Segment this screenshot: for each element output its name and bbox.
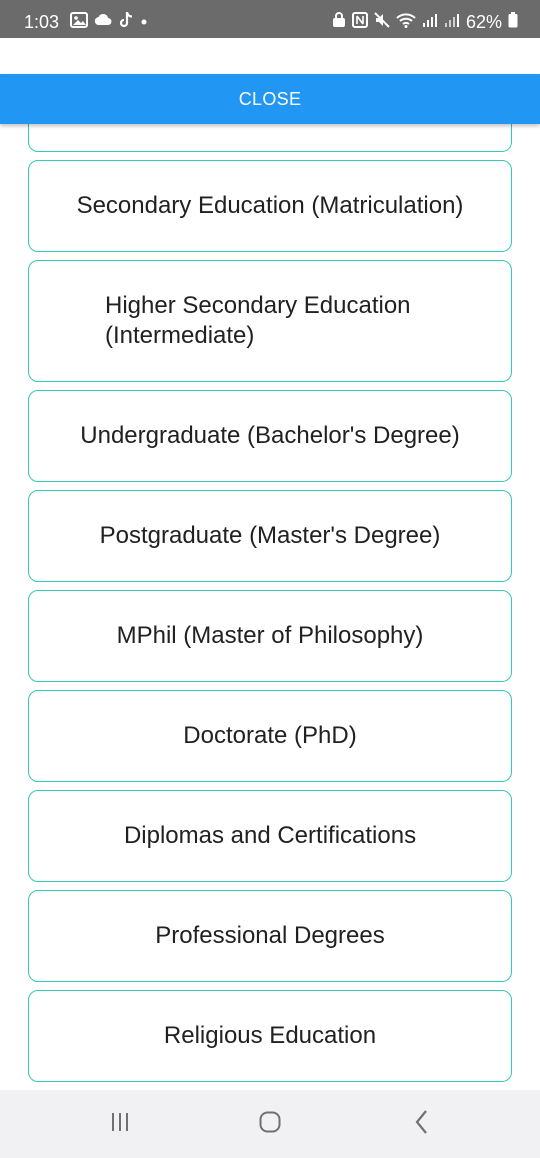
option-item[interactable]: Secondary Education (Matriculation)	[28, 160, 512, 252]
option-item[interactable]: Higher Secondary Education (Intermediate…	[28, 260, 512, 382]
option-label: Undergraduate (Bachelor's Degree)	[80, 422, 460, 449]
option-item[interactable]: Religious Education	[28, 990, 512, 1082]
signal-icon-secondary	[444, 12, 460, 33]
option-label: Religious Education	[163, 1022, 377, 1049]
option-item[interactable]: Professional Degrees	[28, 890, 512, 982]
notification-icons	[70, 11, 148, 34]
close-button[interactable]: CLOSE	[0, 74, 540, 124]
status-time: 1:03	[24, 12, 60, 32]
option-item[interactable]: MPhil (Master of Philosophy)	[28, 590, 512, 682]
option-item[interactable]: Undergraduate (Bachelor's Degree)	[28, 390, 512, 482]
battery-icon	[508, 11, 518, 33]
battery-percent: 62%	[465, 12, 502, 32]
option-label: Diplomas and Certifications	[123, 822, 417, 849]
option-label: Professional Degrees	[155, 922, 385, 949]
home-icon	[258, 1110, 282, 1139]
signal-icon	[422, 12, 438, 33]
status-bar: 1:03 62%	[0, 0, 540, 38]
cloud-icon	[94, 13, 112, 32]
option-label: MPhil (Master of Philosophy)	[116, 622, 424, 649]
back-icon	[412, 1109, 432, 1140]
option-label: Secondary Education (Matriculation)	[76, 192, 464, 219]
option-label: Higher Secondary Education (Intermediate…	[105, 292, 411, 349]
wifi-icon	[396, 12, 416, 33]
option-item[interactable]	[28, 124, 512, 152]
back-button[interactable]	[402, 1106, 442, 1142]
option-item[interactable]: Diplomas and Certifications	[28, 790, 512, 882]
recents-button[interactable]	[100, 1106, 140, 1142]
tiktok-icon	[118, 11, 134, 34]
lock-icon	[332, 11, 346, 33]
gallery-icon	[70, 11, 88, 33]
option-label: Postgraduate (Master's Degree)	[99, 522, 441, 549]
mute-icon	[374, 11, 390, 33]
education-options-list[interactable]: Secondary Education (Matriculation) High…	[0, 124, 540, 1090]
home-button[interactable]	[250, 1106, 290, 1142]
nfc-icon	[351, 11, 368, 33]
dot-icon	[140, 13, 148, 31]
recents-icon	[108, 1111, 132, 1138]
option-item[interactable]: Postgraduate (Master's Degree)	[28, 490, 512, 582]
system-icons: 62%	[332, 11, 518, 33]
option-label: Doctorate (PhD)	[183, 722, 357, 749]
navigation-bar	[0, 1090, 540, 1158]
option-item[interactable]: Doctorate (PhD)	[28, 690, 512, 782]
